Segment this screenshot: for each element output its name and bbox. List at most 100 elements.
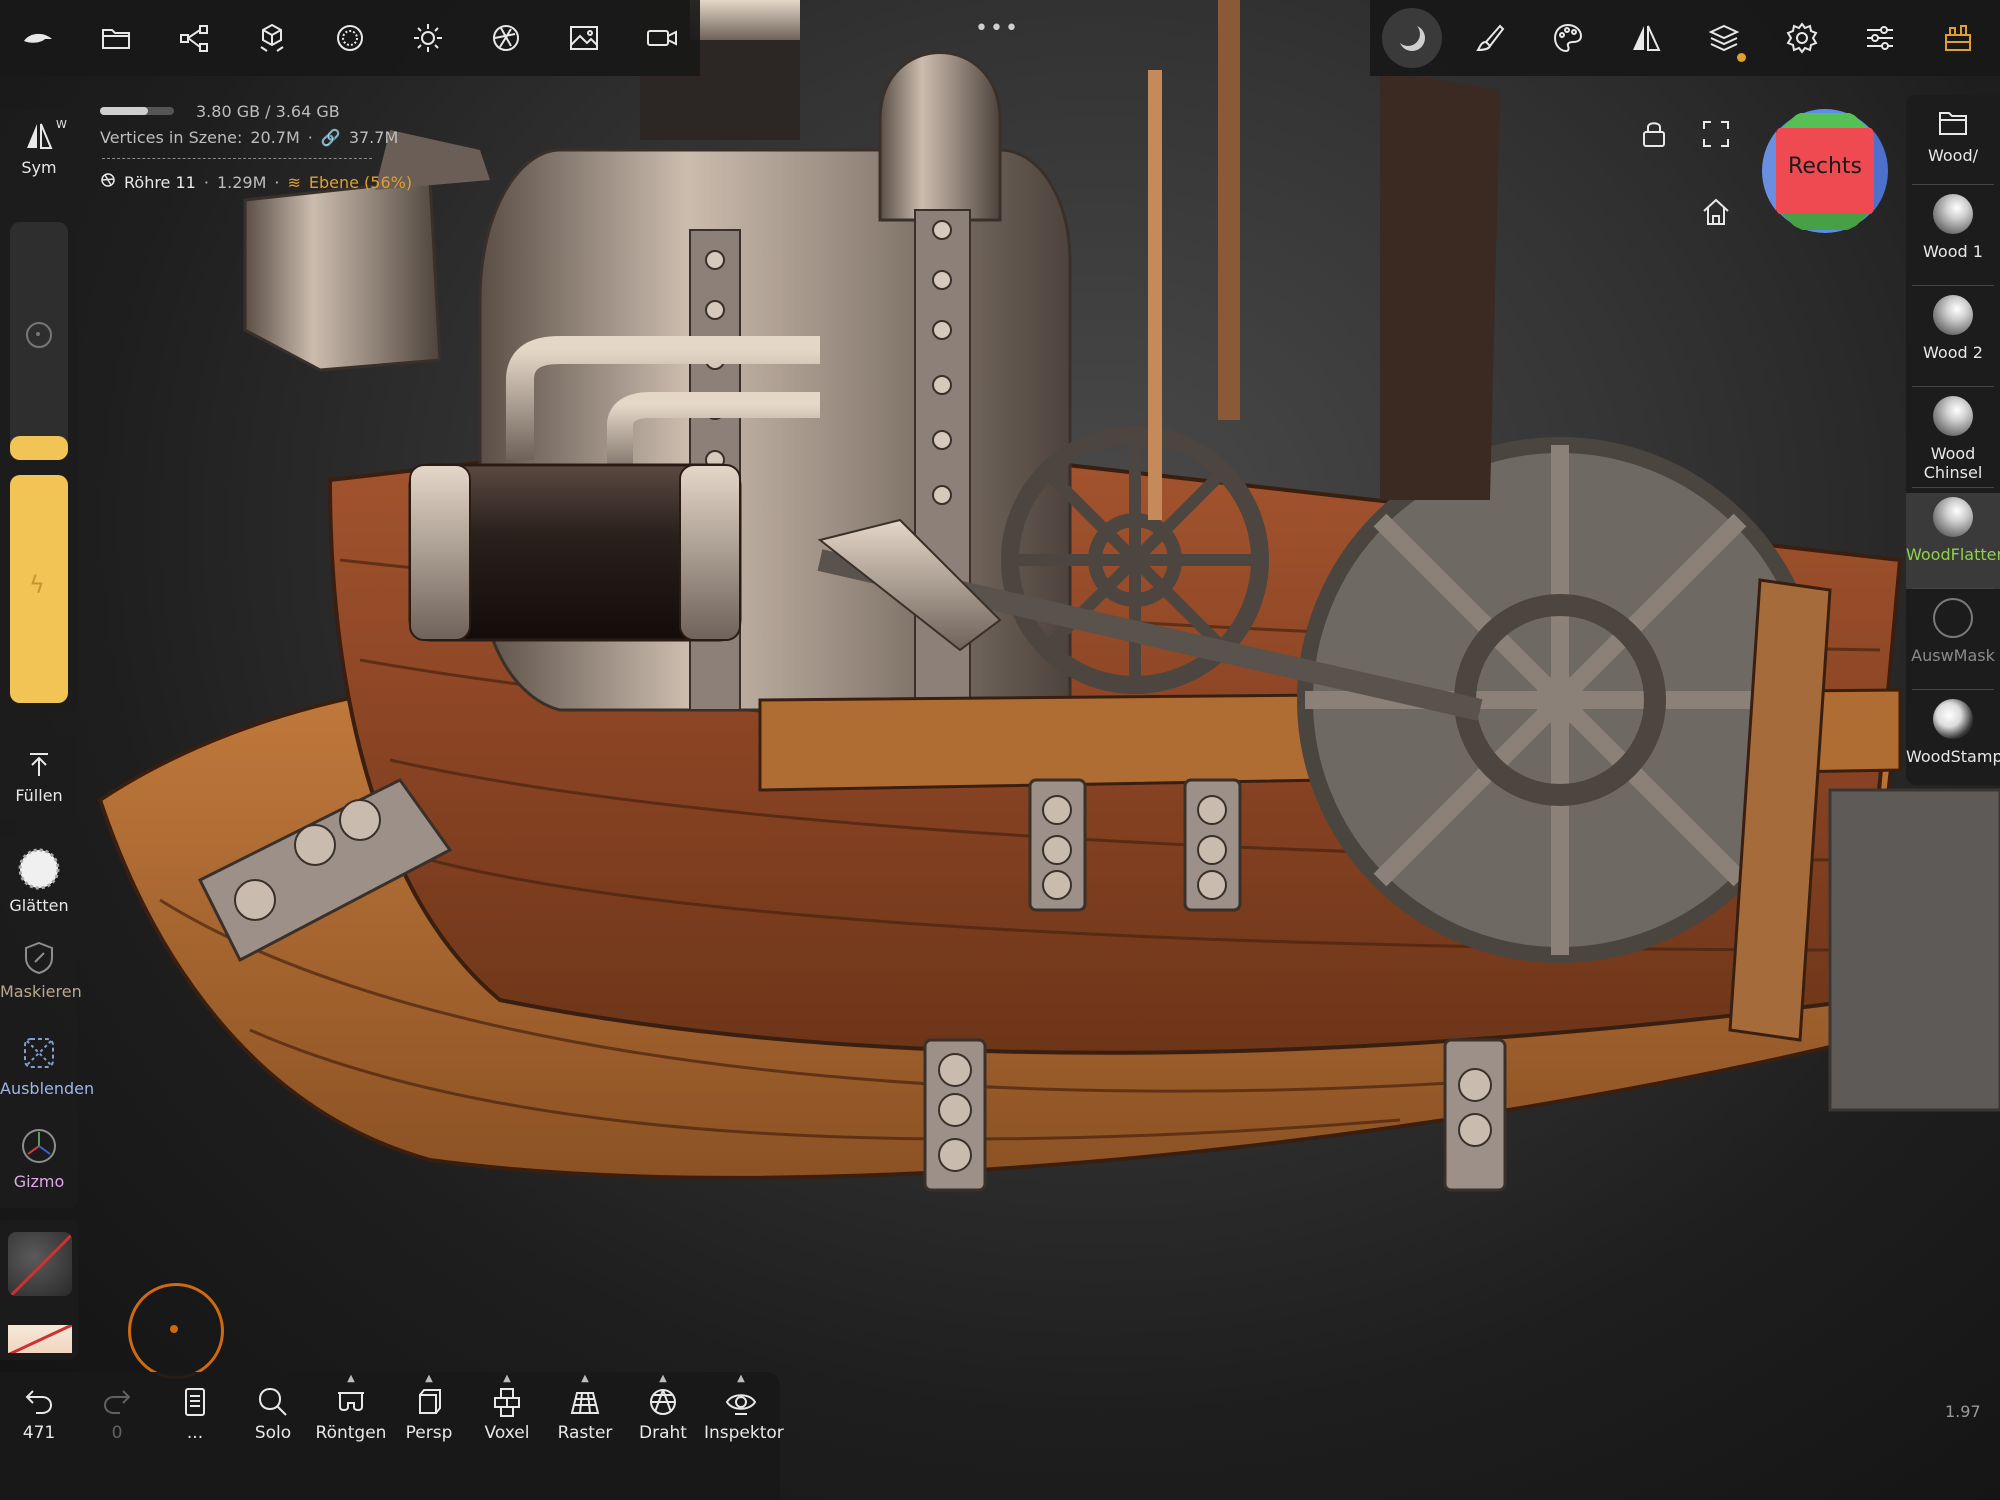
sym-label: Sym: [21, 158, 57, 177]
xray-label: Röntgen: [315, 1423, 387, 1443]
plugin-icon[interactable]: [1932, 12, 1984, 64]
wireframe-button[interactable]: Draht: [626, 1385, 700, 1443]
solo-label: Solo: [254, 1423, 292, 1443]
inspector-button[interactable]: Inspektor: [704, 1385, 784, 1443]
scene-graph-icon[interactable]: [168, 12, 220, 64]
brush-preset[interactable]: AuswMask: [1906, 594, 2000, 690]
brush-separator: [1912, 386, 1994, 387]
brush-folder-label: Wood/: [1927, 146, 1978, 165]
symmetry-icon[interactable]: [1620, 12, 1672, 64]
fill-button[interactable]: Füllen: [0, 750, 78, 805]
submenu-caret-icon: ▲: [347, 1373, 355, 1384]
brush-separator: [1912, 487, 1994, 488]
camera-lens-icon[interactable]: [480, 12, 532, 64]
palette-icon[interactable]: [1542, 12, 1594, 64]
folder-icon[interactable]: [90, 12, 142, 64]
history-button[interactable]: ...: [158, 1385, 232, 1443]
brush-preview-icon: [1933, 295, 1973, 335]
memory-text: 3.80 GB / 3.64 GB: [196, 101, 340, 121]
submenu-caret-icon: ▲: [581, 1373, 589, 1384]
object-type-icon: [100, 172, 116, 192]
brush-preset-label: Wood Chinsel: [1923, 444, 1983, 482]
voxel-button[interactable]: Voxel: [470, 1385, 544, 1443]
inspector-icon: [725, 1394, 757, 1415]
object-vertices: 1.29M: [216, 172, 267, 192]
video-icon[interactable]: [636, 12, 688, 64]
nomad-logo-icon[interactable]: [12, 12, 64, 64]
layer-label[interactable]: Ebene (56%): [309, 173, 412, 192]
brush-preset-label: WoodStamp: [1906, 747, 2000, 766]
undo-count: 471: [22, 1423, 56, 1443]
topology-icon[interactable]: [246, 12, 298, 64]
lock-icon[interactable]: [1638, 118, 1670, 154]
brush-preview-icon: [1933, 699, 1973, 739]
background-image-icon[interactable]: [558, 12, 610, 64]
radius-slider[interactable]: [10, 222, 68, 460]
object-name[interactable]: Röhre 11: [124, 173, 196, 192]
brush-separator: [1912, 588, 1994, 589]
grid-label: Raster: [557, 1423, 613, 1443]
brush-separator: [1912, 184, 1994, 185]
info-separator: [102, 158, 372, 159]
brush-preview-icon: [1933, 497, 1973, 537]
fill-label: Füllen: [15, 786, 63, 805]
sym-button[interactable]: Sym W: [0, 118, 78, 177]
fullscreen-icon[interactable]: [1700, 118, 1732, 154]
top-toolbar-left: [0, 0, 700, 76]
fps-readout: 1.97: [1945, 1402, 1981, 1421]
brush-preset[interactable]: WoodFlatten: [1906, 493, 2000, 589]
sliders-icon[interactable]: [1854, 12, 1906, 64]
perspective-button[interactable]: Persp: [392, 1385, 466, 1443]
brush-preset-label: WoodFlatten: [1906, 545, 2000, 564]
voxel-icon: [494, 1388, 520, 1417]
grid-icon: [570, 1392, 600, 1414]
brush-preset-label: AuswMask: [1911, 646, 1995, 665]
home-view-icon[interactable]: [1700, 196, 1732, 232]
sym-mode: W: [56, 118, 67, 131]
view-cube-label: Rechts: [1788, 154, 1862, 179]
top-toolbar-right: [1370, 0, 2000, 76]
smooth-label: Glätten: [9, 896, 69, 915]
intensity-slider[interactable]: ϟ: [10, 475, 68, 703]
brush-preset-label: Wood 2: [1923, 343, 1983, 362]
gizmo-button[interactable]: Gizmo: [0, 1126, 78, 1191]
color-swatch[interactable]: [8, 1325, 72, 1353]
material-sphere-icon[interactable]: [324, 12, 376, 64]
brush-preset-label: Wood 1: [1923, 242, 1983, 261]
hide-label: Ausblenden: [0, 1079, 95, 1098]
perspective-label: Persp: [405, 1423, 453, 1443]
memory-bar: [100, 107, 174, 115]
scene-info: 3.80 GB / 3.64 GB Vertices in Szene: 20.…: [100, 101, 413, 192]
radius-fill: [10, 436, 68, 460]
undo-button[interactable]: 471: [2, 1385, 76, 1443]
brush-preset[interactable]: Wood 1: [1906, 190, 2000, 286]
brush-folder[interactable]: Wood/: [1906, 108, 2000, 165]
brush-separator: [1912, 285, 1994, 286]
brush-preset[interactable]: Wood 2: [1906, 291, 2000, 387]
xray-icon: [338, 1392, 364, 1411]
more-menu-dots[interactable]: •••: [975, 16, 1020, 41]
history-label: ...: [186, 1423, 204, 1443]
layers-icon[interactable]: [1698, 12, 1750, 64]
solo-icon: [258, 1387, 287, 1416]
vertices-label: Vertices in Szene:: [100, 127, 243, 147]
hide-button[interactable]: Ausblenden: [0, 1033, 94, 1098]
redo-count: 0: [111, 1423, 123, 1443]
brush-cursor[interactable]: [128, 1283, 224, 1379]
solo-button[interactable]: Solo: [236, 1385, 310, 1443]
submenu-caret-icon: ▲: [659, 1373, 667, 1384]
layer-icon: ≋: [287, 172, 301, 192]
material-swatch[interactable]: [8, 1232, 72, 1296]
smooth-button[interactable]: Glätten: [0, 848, 78, 915]
redo-button[interactable]: 0: [80, 1385, 154, 1443]
submenu-caret-icon: ▲: [503, 1373, 511, 1384]
light-icon[interactable]: [402, 12, 454, 64]
xray-button[interactable]: Röntgen: [314, 1385, 388, 1443]
settings-icon[interactable]: [1776, 12, 1828, 64]
matcap-icon[interactable]: [1382, 8, 1442, 68]
grid-button[interactable]: Raster: [548, 1385, 622, 1443]
brush-preset[interactable]: Wood Chinsel: [1906, 392, 2000, 488]
brush-preset[interactable]: WoodStamp: [1906, 695, 2000, 791]
paint-brush-icon[interactable]: [1464, 12, 1516, 64]
mask-button[interactable]: Maskieren: [0, 940, 82, 1001]
